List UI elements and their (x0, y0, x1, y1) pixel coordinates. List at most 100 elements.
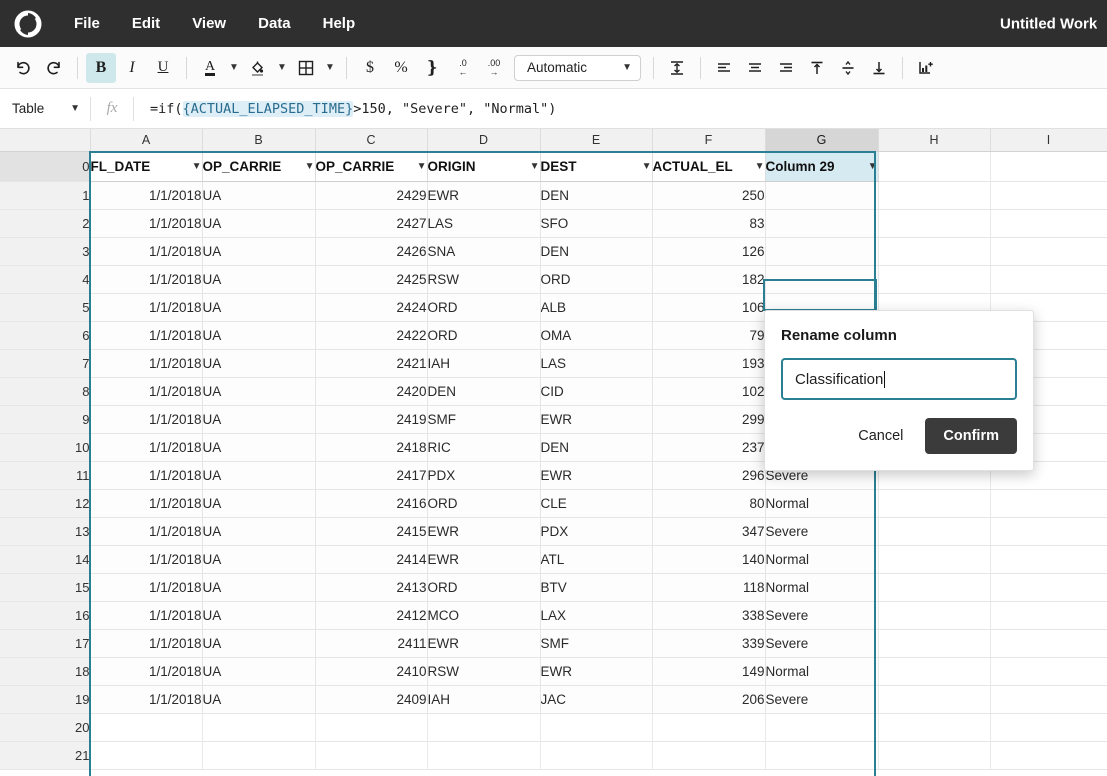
cell-op-carrier-2[interactable]: 2427 (315, 210, 427, 238)
column-header-f[interactable]: F (652, 129, 765, 152)
field-chevron-down-icon[interactable]: ▼ (755, 161, 765, 172)
row-number[interactable]: 4 (0, 266, 90, 294)
cell-fl-date[interactable]: 1/1/2018 (90, 210, 202, 238)
empty-cell[interactable] (878, 152, 990, 182)
currency-format-button[interactable]: $ (355, 53, 385, 83)
empty-cell[interactable] (878, 182, 990, 210)
cell-fl-date[interactable]: 1/1/2018 (90, 378, 202, 406)
cell-fl-date[interactable]: 1/1/2018 (90, 406, 202, 434)
insert-chart-button[interactable] (911, 53, 941, 83)
cell-fl-date[interactable]: 1/1/2018 (90, 238, 202, 266)
fill-color-button[interactable] (243, 53, 273, 83)
menu-data[interactable]: Data (246, 9, 303, 38)
cell-origin[interactable]: RIC (427, 434, 540, 462)
row-number[interactable]: 13 (0, 518, 90, 546)
empty-cell[interactable] (878, 658, 990, 686)
text-color-chevron-down-icon[interactable]: ▼ (226, 53, 242, 83)
menu-help[interactable]: Help (311, 9, 368, 38)
cell-op-carrier-2[interactable]: 2421 (315, 350, 427, 378)
empty-cell[interactable] (878, 210, 990, 238)
field-header-dest[interactable]: DEST▼ (540, 152, 652, 182)
cell-op-carrier-1[interactable]: UA (202, 490, 315, 518)
menu-file[interactable]: File (62, 9, 112, 38)
spreadsheet-grid[interactable]: A B C D E F G H I 0 FL_DATE▼ OP_CARRIE▼ … (0, 129, 1107, 776)
cell-origin[interactable]: LAS (427, 210, 540, 238)
cell-origin[interactable]: PDX (427, 462, 540, 490)
empty-cell[interactable] (990, 152, 1107, 182)
cell-actual-elapsed-time[interactable]: 338 (652, 602, 765, 630)
cell-origin[interactable]: DEN (427, 378, 540, 406)
undo-icon[interactable] (8, 53, 38, 83)
empty-cell[interactable] (878, 602, 990, 630)
field-header-origin[interactable]: ORIGIN▼ (427, 152, 540, 182)
cell-op-carrier-2[interactable]: 2418 (315, 434, 427, 462)
cell-fl-date[interactable]: 1/1/2018 (90, 630, 202, 658)
cell-actual-elapsed-time[interactable]: 126 (652, 238, 765, 266)
column-header-a[interactable]: A (90, 129, 202, 152)
cell-dest[interactable]: JAC (540, 686, 652, 714)
empty-cell[interactable] (878, 518, 990, 546)
cell-origin[interactable]: ORD (427, 574, 540, 602)
decrease-decimal-button[interactable]: .0← (448, 53, 478, 83)
cell-op-carrier-2[interactable]: 2412 (315, 602, 427, 630)
cell-classification[interactable]: Severe (765, 518, 878, 546)
cell-fl-date[interactable]: 1/1/2018 (90, 462, 202, 490)
cell-dest[interactable]: ALB (540, 294, 652, 322)
cell-op-carrier-1[interactable]: UA (202, 630, 315, 658)
cell-classification[interactable] (765, 238, 878, 266)
empty-cell[interactable] (990, 686, 1107, 714)
cell-classification[interactable]: Normal (765, 490, 878, 518)
cell-origin[interactable]: ORD (427, 490, 540, 518)
cell-op-carrier-2[interactable]: 2416 (315, 490, 427, 518)
cell-actual-elapsed-time[interactable]: 193 (652, 350, 765, 378)
cell-actual-elapsed-time[interactable]: 102 (652, 378, 765, 406)
row-number[interactable]: 20 (0, 714, 90, 742)
cell-classification[interactable]: Normal (765, 658, 878, 686)
comma-format-button[interactable]: ❵ (417, 53, 447, 83)
cell-actual-elapsed-time[interactable]: 299 (652, 406, 765, 434)
empty-cell[interactable] (202, 742, 315, 770)
cell-op-carrier-1[interactable]: UA (202, 294, 315, 322)
empty-cell[interactable] (878, 238, 990, 266)
cell-origin[interactable]: MCO (427, 602, 540, 630)
column-header-b[interactable]: B (202, 129, 315, 152)
row-number[interactable]: 17 (0, 630, 90, 658)
empty-cell[interactable] (427, 742, 540, 770)
empty-cell[interactable] (90, 714, 202, 742)
cell-op-carrier-2[interactable]: 2419 (315, 406, 427, 434)
cell-fl-date[interactable]: 1/1/2018 (90, 294, 202, 322)
field-header-fl-date[interactable]: FL_DATE▼ (90, 152, 202, 182)
empty-cell[interactable] (765, 714, 878, 742)
empty-cell[interactable] (878, 546, 990, 574)
borders-chevron-down-icon[interactable]: ▼ (322, 53, 338, 83)
field-chevron-down-icon[interactable]: ▼ (192, 161, 202, 172)
cell-op-carrier-2[interactable]: 2413 (315, 574, 427, 602)
name-box[interactable]: Table ▼ (0, 89, 90, 128)
empty-cell[interactable] (990, 238, 1107, 266)
cell-fl-date[interactable]: 1/1/2018 (90, 518, 202, 546)
cell-op-carrier-2[interactable]: 2426 (315, 238, 427, 266)
rename-column-input[interactable]: Classification (781, 358, 1017, 400)
empty-cell[interactable] (202, 714, 315, 742)
cell-op-carrier-1[interactable]: UA (202, 518, 315, 546)
row-number[interactable]: 12 (0, 490, 90, 518)
cell-op-carrier-2[interactable]: 2420 (315, 378, 427, 406)
empty-cell[interactable] (878, 714, 990, 742)
cell-fl-date[interactable]: 1/1/2018 (90, 602, 202, 630)
cell-classification[interactable]: Severe (765, 686, 878, 714)
row-number[interactable]: 2 (0, 210, 90, 238)
cell-classification[interactable]: Normal (765, 546, 878, 574)
cell-op-carrier-1[interactable]: UA (202, 238, 315, 266)
empty-cell[interactable] (990, 714, 1107, 742)
empty-cell[interactable] (652, 714, 765, 742)
cell-op-carrier-1[interactable]: UA (202, 686, 315, 714)
empty-cell[interactable] (878, 686, 990, 714)
row-number[interactable]: 8 (0, 378, 90, 406)
cell-actual-elapsed-time[interactable]: 140 (652, 546, 765, 574)
cell-dest[interactable]: PDX (540, 518, 652, 546)
empty-cell[interactable] (990, 658, 1107, 686)
cell-dest[interactable]: SFO (540, 210, 652, 238)
cell-dest[interactable]: OMA (540, 322, 652, 350)
redo-icon[interactable] (39, 53, 69, 83)
cell-op-carrier-1[interactable]: UA (202, 266, 315, 294)
